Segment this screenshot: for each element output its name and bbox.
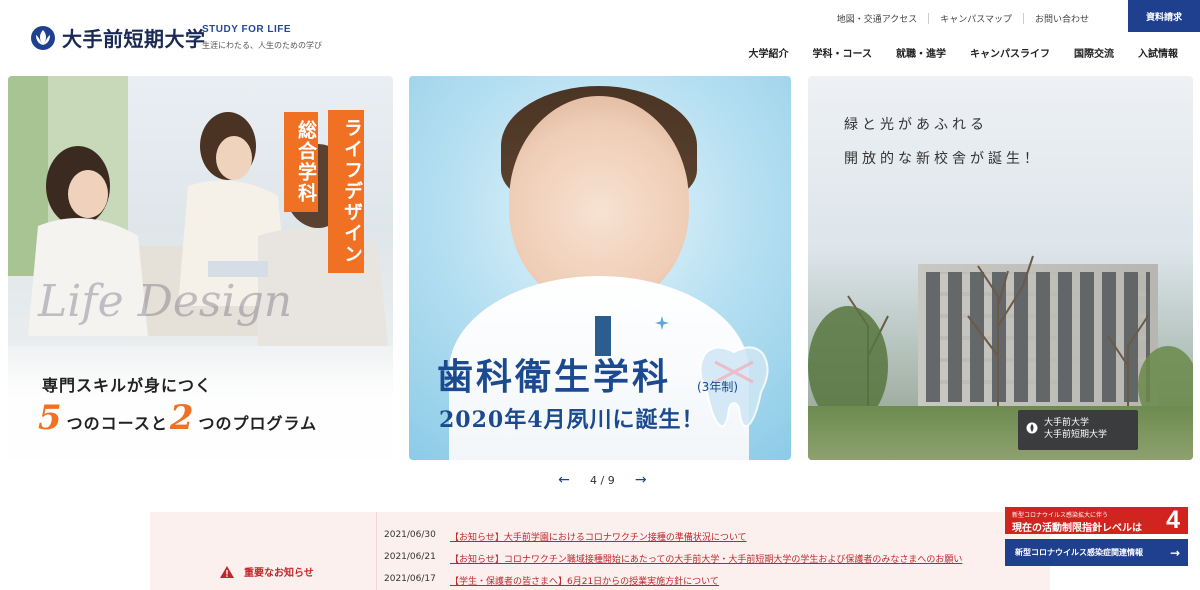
site-logo[interactable]: 大手前短期大学 [30,23,206,52]
covid-banner-title: 現在の活動制限指針レベルは [1012,523,1142,534]
total-slides: 9 [607,473,615,487]
logo-mark-icon [1026,422,1038,434]
notice-link[interactable]: 【お知らせ】コロナワクチン職域接種開始にあたっての大手前大学・大手前短期大学の学… [450,552,962,565]
slider-pager: ← 4 / 9 → [556,472,649,488]
slide-new-building[interactable]: 緑と光があふれる 開放的な新校舎が誕生！ 大手前大学 大手前短期大学 [808,76,1193,460]
dental-launch-date: 2020年4月夙川に誕生！ [439,407,705,433]
list-item: 2021/06/21 【お知らせ】コロナワクチン職域接種開始にあたっての大手前大… [384,552,962,574]
hero-slider: Life Design 総合学科 ライフデザイン 専門スキルが身につく 5 つの… [0,72,1200,464]
tagline: STUDY FOR LIFE 生涯にわたる、人生のための学び [202,24,322,51]
request-materials-button[interactable]: 資料請求 [1128,0,1200,32]
list-item: 2021/06/30 【お知らせ】大手前学園におけるコロナワクチン接種の準備状況… [384,530,962,552]
counter-separator: / [600,473,605,487]
campus-sign: 大手前大学 大手前短期大学 [1018,410,1138,450]
slide-caption-line1: 専門スキルが身につく [42,376,213,395]
nav-item-departments[interactable]: 学科・コース [813,45,873,60]
slide-caption-line2: 5 つのコースと 2 つのプログラム [38,398,319,438]
notice-date: 2021/06/17 [384,574,436,584]
covid-banner-caption: 新型コロナウイルス感染拡大に伴う [1012,512,1109,519]
caption-text: つのプログラム [198,414,318,433]
util-link-access[interactable]: 地図・交通アクセス [826,12,929,25]
nav-item-admissions[interactable]: 入試情報 [1138,45,1178,60]
dental-duration: (3年制) [697,380,738,394]
badge-general-course: 総合学科 [284,112,318,212]
logo-text: 大手前短期大学 [62,27,206,51]
main-nav: 大学紹介 学科・コース 就職・進学 キャンパスライフ 国際交流 入試情報 [725,45,1179,60]
covid-level-number: 4 [1166,506,1180,534]
course-count: 5 [38,398,63,438]
sparkle-icon [655,316,669,330]
util-link-contact[interactable]: お問い合わせ [1024,12,1100,25]
caption-text: つのコースと [66,414,168,433]
list-item: 2021/06/17 【学生・保護者の皆さまへ】6月21日からの授業実施方針につ… [384,574,962,590]
current-slide: 4 [590,473,597,487]
site-header: 大手前短期大学 STUDY FOR LIFE 生涯にわたる、人生のための学び 地… [0,0,1200,70]
sign-text-junior-college: 大手前短期大学 [1044,430,1108,440]
covid-activity-level-banner[interactable]: 新型コロナウイルス感染拡大に伴う 現在の活動制限指針レベルは 4 [1005,506,1188,534]
tagline-en: STUDY FOR LIFE [202,24,292,35]
util-link-campus-map[interactable]: キャンパスマップ [929,12,1023,25]
covid-info-button[interactable]: 新型コロナウイルス感染症関連情報 → [1005,539,1188,566]
notice-label: 重要なお知らせ [244,568,314,579]
slide-life-design[interactable]: Life Design 総合学科 ライフデザイン 専門スキルが身につく 5 つの… [8,76,393,460]
nav-item-careers[interactable]: 就職・進学 [896,45,946,60]
divider [376,512,377,590]
prev-arrow-icon[interactable]: ← [556,472,572,488]
notice-date: 2021/06/21 [384,552,436,562]
building-caption-line1: 緑と光があふれる [844,117,988,133]
building-caption-line2: 開放的な新校舎が誕生！ [844,151,1042,167]
notice-heading: 重要なお知らせ [220,564,314,579]
program-count: 2 [169,398,195,438]
warning-icon [220,565,234,578]
nav-item-international[interactable]: 国際交流 [1074,45,1114,60]
tagline-jp: 生涯にわたる、人生のための学び [202,41,322,50]
dental-title: 歯科衛生学科 [437,356,672,398]
notice-link[interactable]: 【学生・保護者の皆さまへ】6月21日からの授業実施方針について [450,574,719,587]
important-notices: 重要なお知らせ 2021/06/30 【お知らせ】大手前学園におけるコロナワクチ… [150,512,1050,590]
script-decoration: Life Design [38,276,293,327]
next-arrow-icon[interactable]: → [633,472,649,488]
notice-date: 2021/06/30 [384,530,436,540]
nav-item-about[interactable]: 大学紹介 [749,45,789,60]
slide-counter: 4 / 9 [590,474,615,487]
student-face [509,96,689,306]
notice-list: 2021/06/30 【お知らせ】大手前学園におけるコロナワクチン接種の準備状況… [384,530,962,590]
covid-info-label: 新型コロナウイルス感染症関連情報 [1015,548,1143,557]
sign-text-university: 大手前大学 [1044,418,1090,428]
nav-item-campus-life[interactable]: キャンパスライフ [970,45,1050,60]
slide-dental-hygiene[interactable]: 歯科衛生学科 (3年制) 2020年4月夙川に誕生！ [409,76,791,460]
arrow-right-icon: → [1169,545,1180,560]
badge-life-design: ライフデザイン [328,110,364,273]
utility-links: 地図・交通アクセス キャンパスマップ お問い合わせ [826,12,1100,25]
notice-link[interactable]: 【お知らせ】大手前学園におけるコロナワクチン接種の準備状況について [450,530,747,543]
logo-mark-icon [31,25,55,50]
